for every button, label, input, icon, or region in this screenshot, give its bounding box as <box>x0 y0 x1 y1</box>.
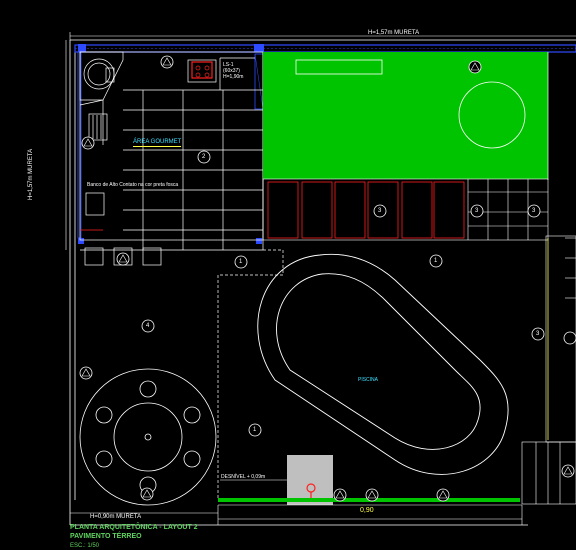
top-dimension-label: H=1,57m MURETA <box>368 30 420 36</box>
plan-scale: ESC.: 1/50 <box>70 543 100 549</box>
pool-label: PISCINA <box>358 377 379 383</box>
deck-frame <box>262 178 549 241</box>
callout-number: 3 <box>536 331 540 337</box>
architectural-floor-plan <box>65 32 576 526</box>
top-dimension-line <box>69 32 576 40</box>
callout-number: 4 <box>146 323 150 329</box>
callout-number: 1 <box>239 259 243 265</box>
callout-circle <box>563 331 576 345</box>
round-dining-table <box>79 368 217 506</box>
lawn-area <box>263 52 549 180</box>
plan-subtitle: PAVIMENTO TÉRREO <box>70 533 142 540</box>
left-dimension-label: H=1,57m MURETA <box>28 148 34 200</box>
right-side-stairs <box>521 235 576 505</box>
level-note: DESNÍVEL + 0,09m <box>221 474 266 480</box>
callout-number: 1 <box>253 427 257 433</box>
callout-number: 1 <box>434 258 438 264</box>
bench-note: Banco de Alto Contato na cor preta fosca <box>87 182 179 188</box>
plan-title: PLANTA ARQUITETÔNICA - LAYOUT 2 <box>70 524 198 531</box>
circle-callouts <box>141 150 576 437</box>
callout-number: 2 <box>202 154 206 160</box>
sun-loungers <box>267 181 465 239</box>
kitchen-tag-3: H=1,90m <box>223 74 244 80</box>
callout-number: 3 <box>475 208 479 214</box>
gourmet-area-label: ÁREA GOURMET <box>133 139 182 147</box>
callout-number: 3 <box>378 208 382 214</box>
bottom-scale-label: 0,90 <box>360 507 374 514</box>
callout-number: 3 <box>532 208 536 214</box>
swimming-pool <box>257 253 509 475</box>
bottom-dimension-label: H=0,90m MURETA <box>90 514 142 520</box>
